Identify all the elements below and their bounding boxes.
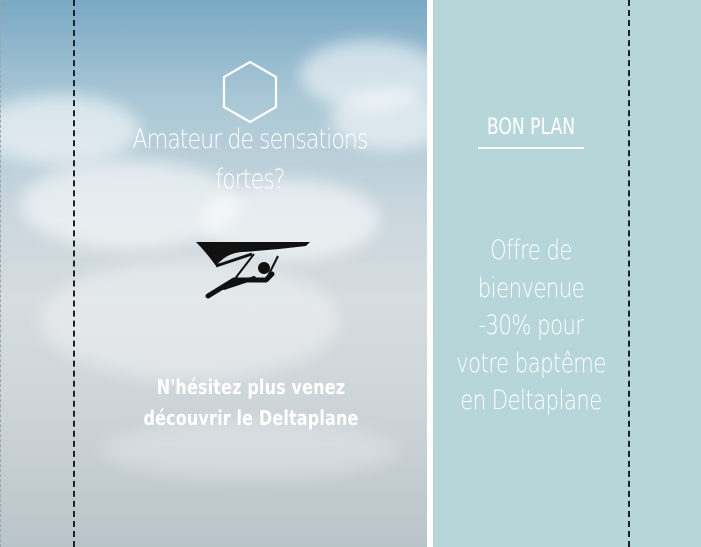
hexagon-outline-icon xyxy=(222,60,278,124)
headline-line: fortes? xyxy=(215,164,285,195)
cta-line: N'hésitez plus venez xyxy=(156,375,346,399)
fold-line-right xyxy=(628,0,630,547)
fold-line-left-edge xyxy=(0,0,1,547)
headline-line: Amateur de sensations xyxy=(132,124,368,155)
offer-line: votre baptême xyxy=(456,347,606,379)
offer-line: en Deltaplane xyxy=(460,385,602,416)
headline: Amateur de sensations fortes? xyxy=(127,120,373,200)
offer-line: -30% pour xyxy=(478,310,584,341)
offer-line: Offre de xyxy=(490,235,572,266)
fold-line-left xyxy=(73,0,75,547)
offer-heading: BON PLAN xyxy=(486,115,576,140)
offer-line: bienvenue xyxy=(477,272,585,304)
offer-heading-underline xyxy=(478,147,584,149)
call-to-action: N'hésitez plus venez découvrir le Deltap… xyxy=(130,372,372,434)
hang-glider-icon xyxy=(196,242,310,299)
cta-line: découvrir le Deltaplane xyxy=(143,406,359,430)
offer-text: Offre de bienvenue -30% pour votre baptê… xyxy=(455,232,608,420)
